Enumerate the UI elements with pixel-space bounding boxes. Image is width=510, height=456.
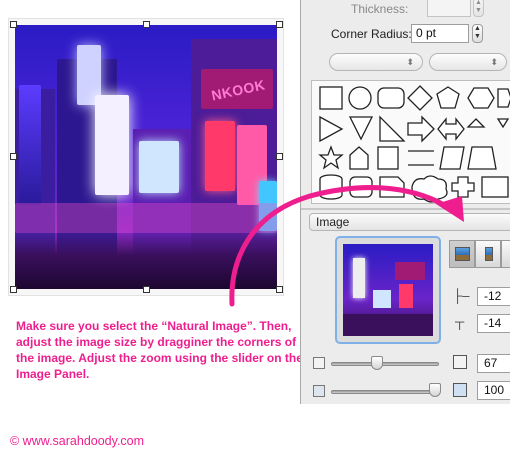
natural-image-icon	[455, 247, 470, 261]
square-shape-icon-2[interactable]	[481, 176, 509, 198]
folded-page-shape-icon[interactable]	[379, 176, 405, 198]
image-thumbnail-well[interactable]	[335, 236, 441, 344]
resize-handle-top-center[interactable]	[143, 21, 150, 28]
resize-handle-bottom-right[interactable]	[276, 286, 283, 293]
natural-image-button[interactable]	[449, 240, 475, 268]
street-glow	[15, 203, 277, 233]
horizontal-position-icon: ├–	[453, 288, 470, 303]
building-left-lights	[19, 85, 41, 205]
billboard-blue-white	[139, 141, 179, 193]
triangle-right-shape-icon[interactable]	[319, 115, 344, 143]
street-crowd	[15, 233, 277, 289]
trapezoid-shape-icon[interactable]	[467, 146, 497, 170]
diamond-shape-icon[interactable]	[407, 85, 433, 111]
stretch-image-button[interactable]	[475, 240, 501, 268]
corner-radius-stepper[interactable]: ▲ ▼	[472, 24, 483, 43]
thickness-label: Thickness:	[351, 2, 409, 16]
billboard-red	[205, 121, 235, 191]
rectangle-shape-icon[interactable]	[319, 86, 343, 110]
resize-handle-top-left[interactable]	[10, 21, 17, 28]
thumb-street	[343, 314, 433, 336]
right-triangle-shape-icon[interactable]	[379, 115, 406, 142]
resize-handle-middle-right[interactable]	[276, 153, 283, 160]
size-large-icon	[453, 355, 467, 369]
corner-radius-label: Corner Radius:	[331, 27, 412, 41]
zoom-field[interactable]: 100	[477, 381, 510, 400]
thickness-stepper[interactable]: ▲ ▼	[473, 0, 484, 17]
thumb-billboard-pink	[395, 262, 425, 280]
double-arrow-shape-icon[interactable]	[437, 117, 465, 141]
section-divider	[301, 208, 510, 210]
pentagon-shape-icon[interactable]	[436, 86, 460, 109]
corner-radius-field[interactable]: 0 pt	[411, 24, 469, 43]
zoom-out-image-icon	[313, 385, 325, 397]
star-shape-icon[interactable]	[318, 145, 344, 170]
tile-image-button[interactable]	[501, 240, 510, 268]
size-slider-track[interactable]	[331, 362, 439, 366]
shapes-library	[311, 80, 510, 204]
cylinder-shape-icon[interactable]	[319, 174, 343, 200]
copyright-text: © www.sarahdoody.com	[10, 434, 145, 448]
arrow-down-shape-icon[interactable]	[496, 118, 510, 129]
zoom-slider-track[interactable]	[331, 390, 439, 394]
zoom-in-image-icon	[453, 383, 467, 397]
vertical-position-icon: ┬	[455, 314, 465, 329]
zoom-slider-knob[interactable]	[429, 383, 441, 397]
hexagon-shape-icon[interactable]	[467, 87, 495, 109]
shapes-grid	[318, 85, 510, 203]
position-x-field[interactable]: -12	[477, 287, 510, 306]
house-pentagon-shape-icon[interactable]	[349, 146, 369, 170]
image-section-header[interactable]: Image	[309, 213, 510, 231]
thumb-billboard-white	[353, 258, 365, 298]
parallelogram-shape-icon[interactable]	[439, 146, 465, 170]
arrow-up-shape-icon[interactable]	[466, 118, 486, 128]
rounded-square-shape-icon[interactable]	[349, 176, 373, 198]
line-style-popup[interactable]: ⬍	[329, 53, 423, 71]
cross-shape-icon[interactable]	[451, 176, 475, 198]
rounded-rectangle-shape-icon[interactable]	[377, 87, 405, 109]
size-field[interactable]: 67	[477, 354, 510, 373]
line-endpoint-popup[interactable]: ⬍	[429, 53, 507, 71]
times-square-photo[interactable]: NKOOK	[15, 25, 277, 289]
arrow-right-shape-icon[interactable]	[407, 115, 435, 143]
resize-handle-top-right[interactable]	[276, 21, 283, 28]
photo-frame: NKOOK	[8, 18, 284, 296]
size-small-icon	[313, 357, 325, 369]
image-thumbnail	[343, 244, 433, 336]
position-y-field[interactable]: -14	[477, 314, 510, 333]
circle-shape-icon[interactable]	[348, 86, 372, 110]
thickness-field[interactable]	[427, 0, 471, 17]
instruction-caption: Make sure you select the “Natural Image”…	[16, 319, 303, 381]
triangle-down-shape-icon[interactable]	[348, 116, 374, 141]
resize-handle-middle-left[interactable]	[10, 153, 17, 160]
thumb-billboard-red	[399, 284, 413, 308]
size-slider-knob[interactable]	[371, 356, 383, 370]
stretch-image-icon	[485, 247, 493, 261]
resize-handle-bottom-center[interactable]	[143, 286, 150, 293]
octagon-shape-icon[interactable]	[497, 88, 510, 108]
billboard-white-tall	[95, 95, 129, 195]
resize-handle-bottom-left[interactable]	[10, 286, 17, 293]
document-frame-shape-icon[interactable]	[377, 146, 399, 170]
inspector-panel: Thickness: ▲ ▼ Corner Radius: 0 pt ▲ ▼ ⬍ ⬍	[300, 0, 510, 404]
thumb-billboard-blue	[373, 290, 391, 308]
cloud-shape-icon[interactable]	[411, 175, 448, 203]
